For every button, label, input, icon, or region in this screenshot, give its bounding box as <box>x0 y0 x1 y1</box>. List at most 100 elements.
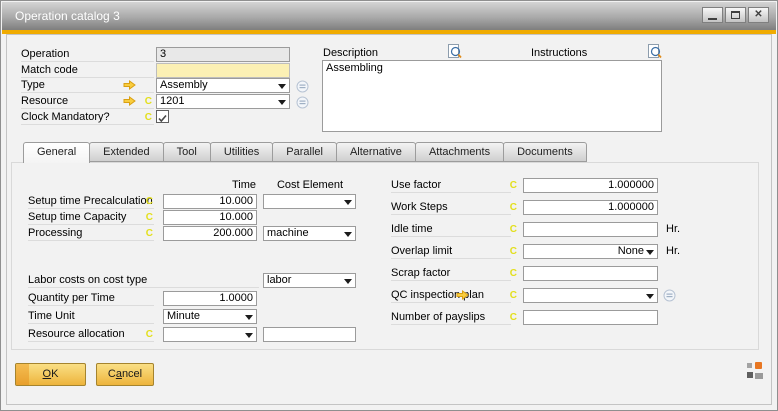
c-marker: C <box>507 311 517 324</box>
operation-field: 3 <box>156 47 290 62</box>
define-new-icon[interactable] <box>296 80 309 93</box>
instructions-label: Instructions <box>531 46 641 61</box>
overlap-limit-value: None <box>618 245 644 257</box>
cost-element-column-header: Cost Element <box>261 178 359 192</box>
minimize-icon <box>708 18 717 20</box>
c-marker: C <box>507 201 517 214</box>
link-arrow-icon[interactable] <box>456 290 469 300</box>
labor-costs-label: Labor costs on cost type <box>28 273 259 288</box>
chevron-down-icon <box>344 279 352 284</box>
cancel-label: C <box>108 368 116 380</box>
check-icon <box>157 113 168 124</box>
use-factor-label: Use factor <box>391 178 511 193</box>
tab-extended[interactable]: Extended <box>89 142 163 162</box>
labor-costs-dropdown[interactable]: labor <box>263 273 356 288</box>
processing-cost-value: machine <box>267 227 309 239</box>
description-textarea[interactable]: Assembling <box>322 60 662 132</box>
chevron-down-icon <box>245 333 253 338</box>
chevron-down-icon <box>278 100 286 105</box>
close-icon: ✕ <box>754 10 762 20</box>
c-marker: C <box>507 267 517 280</box>
time-unit-label: Time Unit <box>28 309 154 324</box>
qc-inspection-plan-dropdown[interactable] <box>523 288 658 303</box>
overlap-limit-dropdown[interactable]: None <box>523 244 658 259</box>
use-factor-input[interactable]: 1.000000 <box>523 178 658 193</box>
tab-attachments[interactable]: Attachments <box>415 142 504 162</box>
resource-allocation-dropdown[interactable] <box>163 327 257 342</box>
define-new-icon[interactable] <box>296 96 309 109</box>
processing-cost-dropdown[interactable]: machine <box>263 226 356 241</box>
work-steps-input[interactable]: 1.000000 <box>523 200 658 215</box>
maximize-button[interactable] <box>725 7 746 23</box>
resource-allocation-extra-input[interactable] <box>263 327 356 342</box>
number-of-payslips-input[interactable] <box>523 310 658 325</box>
c-marker: C <box>507 223 517 236</box>
operation-catalog-window: Operation catalog 3 ✕ Operation 3 Match … <box>0 0 778 411</box>
c-marker: C <box>143 328 153 341</box>
c-marker: C <box>507 245 517 258</box>
maximize-icon <box>731 11 740 19</box>
tab-documents[interactable]: Documents <box>503 142 587 162</box>
link-arrow-icon[interactable] <box>123 96 136 106</box>
expand-text-editor-icon[interactable] <box>648 44 662 59</box>
type-dropdown[interactable]: Assembly <box>156 78 290 93</box>
overlap-limit-label: Overlap limit <box>391 244 511 259</box>
match-code-input[interactable] <box>156 63 290 78</box>
scrap-factor-label: Scrap factor <box>391 266 511 281</box>
scrap-factor-input[interactable] <box>523 266 658 281</box>
chevron-down-icon <box>344 200 352 205</box>
chevron-down-icon <box>646 250 654 255</box>
c-marker: C <box>142 95 152 108</box>
tab-alternative[interactable]: Alternative <box>336 142 416 162</box>
chevron-down-icon <box>646 294 654 299</box>
chevron-down-icon <box>278 84 286 89</box>
c-marker: C <box>507 179 517 192</box>
tab-parallel[interactable]: Parallel <box>272 142 337 162</box>
tab-general[interactable]: General <box>23 142 90 163</box>
processing-label: Processing <box>28 226 154 241</box>
resource-dropdown[interactable]: 1201 <box>156 94 290 109</box>
setup-precalc-time-input[interactable]: 10.000 <box>163 194 257 209</box>
resource-allocation-label: Resource allocation <box>28 327 154 342</box>
idle-time-input[interactable] <box>523 222 658 237</box>
work-steps-label: Work Steps <box>391 200 511 215</box>
c-marker: C <box>142 111 152 124</box>
tab-tool[interactable]: Tool <box>163 142 211 162</box>
time-unit-dropdown[interactable]: Minute <box>163 309 257 324</box>
c-marker: C <box>507 289 517 302</box>
c-marker: C <box>143 211 153 224</box>
cancel-label-rest: ncel <box>122 368 142 380</box>
c-marker: C <box>143 227 153 240</box>
time-column-header: Time <box>163 178 256 192</box>
close-button[interactable]: ✕ <box>748 7 769 23</box>
chevron-down-icon <box>245 315 253 320</box>
minimize-button[interactable] <box>702 7 723 23</box>
expand-text-editor-icon[interactable] <box>448 44 462 59</box>
chevron-down-icon <box>344 232 352 237</box>
setup-capacity-label: Setup time Capacity <box>28 210 154 225</box>
overlap-limit-unit-label: Hr. <box>666 244 680 258</box>
processing-time-input[interactable]: 200.000 <box>163 226 257 241</box>
link-arrow-icon[interactable] <box>123 80 136 90</box>
idle-time-label: Idle time <box>391 222 511 237</box>
window-title: Operation catalog 3 <box>15 2 120 30</box>
quantity-per-time-input[interactable]: 1.0000 <box>163 291 257 306</box>
setup-precalc-cost-dropdown[interactable] <box>263 194 356 209</box>
ok-button[interactable]: OK <box>15 363 86 386</box>
tab-utilities[interactable]: Utilities <box>210 142 273 162</box>
operation-label: Operation <box>21 47 154 62</box>
clock-mandatory-checkbox[interactable] <box>156 110 169 123</box>
quantity-per-time-label: Quantity per Time <box>28 291 154 306</box>
title-bar[interactable]: Operation catalog 3 <box>2 2 776 30</box>
idle-time-unit-label: Hr. <box>666 222 680 236</box>
description-label: Description <box>323 46 433 61</box>
setup-precalc-label: Setup time Precalculation <box>28 194 154 209</box>
type-value: Assembly <box>160 79 208 91</box>
setup-capacity-time-input[interactable]: 10.000 <box>163 210 257 225</box>
ok-label: O <box>43 368 52 380</box>
ok-label-rest: K <box>51 368 58 380</box>
define-new-icon[interactable] <box>663 289 676 302</box>
cancel-button[interactable]: Cancel <box>96 363 154 386</box>
qc-inspection-plan-label: QC inspection plan <box>391 288 511 303</box>
related-panels-icon[interactable] <box>746 362 763 379</box>
